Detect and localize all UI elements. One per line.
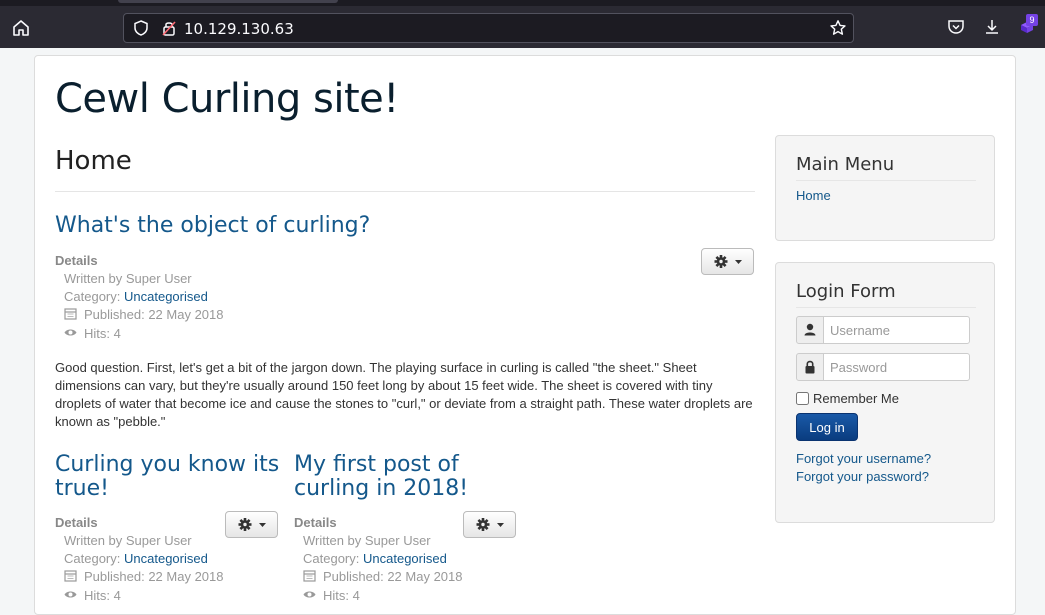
hits: Hits: 4 [55,325,223,344]
username-input[interactable] [823,316,970,344]
category-link[interactable]: Uncategorised [124,551,208,566]
category-label: Category: [303,551,360,566]
calendar-icon [64,569,77,587]
page-container: Cewl Curling site! Home What's the objec… [34,55,1016,615]
published-text: Published: 22 May 2018 [84,307,224,322]
remember-me-checkbox[interactable] [796,392,809,405]
url-text[interactable]: 10.129.130.63 [184,20,294,38]
category-label: Category: [64,289,121,304]
article-intro: Good question. First, let's get a bit of… [55,360,753,429]
hits: Hits: 4 [294,587,462,606]
password-input[interactable] [823,353,970,381]
hits: Hits: 4 [55,587,223,606]
article-title[interactable]: Curling you know its true! [55,453,280,501]
article-title[interactable]: My first post of curling in 2018! [294,453,514,501]
category-link[interactable]: Uncategorised [363,551,447,566]
article-tools-button[interactable] [701,248,754,275]
forgot-password-link[interactable]: Forgot your password? [796,469,929,484]
home-icon[interactable] [8,15,34,41]
category-label: Category: [64,551,121,566]
page-heading: Home [55,146,132,176]
hits-text: Hits: 4 [84,326,121,341]
main-menu-module: Main Menu Home [775,135,995,241]
gear-icon [714,255,742,268]
browser-toolbar: 10.129.130.63 9 [0,0,1045,48]
author: Written by Super User [64,271,192,286]
article-tools-button[interactable] [225,511,278,538]
password-group [796,353,970,381]
details-label: Details [55,253,98,268]
hits-text: Hits: 4 [323,588,360,603]
gear-icon [476,518,504,531]
author: Written by Super User [303,533,431,548]
details-label: Details [55,515,98,530]
published-text: Published: 22 May 2018 [84,569,224,584]
calendar-icon [303,569,316,587]
shield-icon[interactable] [132,19,150,40]
author: Written by Super User [64,533,192,548]
remember-me[interactable]: Remember Me [796,391,899,406]
menu-item-home[interactable]: Home [796,188,831,203]
insecure-lock-icon[interactable] [160,19,178,40]
details-label: Details [294,515,337,530]
article-details: Details Written by Super User Category: … [294,514,462,606]
article-details: Details Written by Super User Category: … [55,252,223,344]
category: Category: Uncategorised [55,288,223,306]
bookmark-star-icon[interactable] [829,19,847,40]
article-details: Details Written by Super User Category: … [55,514,223,606]
extension-badge: 9 [1026,14,1038,26]
gear-icon [238,518,266,531]
category: Category: Uncategorised [55,550,223,568]
active-tab[interactable] [118,0,338,3]
divider [796,180,976,181]
login-button[interactable]: Log in [796,413,858,441]
divider [55,191,755,192]
login-form-title: Login Form [796,281,896,302]
lock-icon [796,353,824,381]
published-text: Published: 22 May 2018 [323,569,463,584]
download-icon[interactable] [982,17,1002,40]
site-title[interactable]: Cewl Curling site! [55,76,399,122]
category: Category: Uncategorised [294,550,462,568]
eye-icon [303,588,316,606]
user-icon [796,316,824,344]
hits-text: Hits: 4 [84,588,121,603]
eye-icon [64,588,77,606]
address-bar[interactable]: 10.129.130.63 [123,13,854,43]
login-form-module: Login Form Remember Me Log in Forgot you… [775,262,995,523]
pocket-icon[interactable] [946,17,966,40]
forgot-username-link[interactable]: Forgot your username? [796,451,931,466]
article-title[interactable]: What's the object of curling? [55,214,370,238]
published-date: Published: 22 May 2018 [55,306,223,325]
calendar-icon [64,307,77,325]
username-group [796,316,970,344]
published-date: Published: 22 May 2018 [294,568,462,587]
main-menu-title: Main Menu [796,154,895,175]
remember-me-label: Remember Me [813,391,899,406]
category-link[interactable]: Uncategorised [124,289,208,304]
eye-icon [64,326,77,344]
divider [796,307,976,308]
published-date: Published: 22 May 2018 [55,568,223,587]
article-tools-button[interactable] [463,511,516,538]
